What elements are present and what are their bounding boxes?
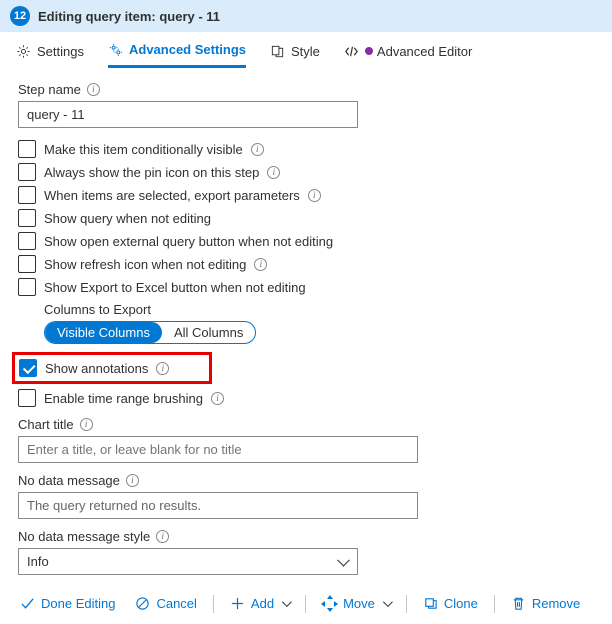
columns-export-toggle[interactable]: Visible Columns All Columns <box>44 321 256 344</box>
tab-label: Advanced Settings <box>129 42 246 57</box>
info-icon[interactable]: i <box>80 418 93 431</box>
no-data-style-label: No data message style i <box>18 529 594 544</box>
checkbox-label: Show refresh icon when not editing <box>44 257 246 272</box>
label-text: Chart title <box>18 417 74 432</box>
label-text: Step name <box>18 82 81 97</box>
gear-icon <box>16 44 31 59</box>
separator <box>406 595 407 613</box>
checkbox-time-brushing[interactable] <box>18 389 36 407</box>
tab-bar: Settings Advanced Settings Style Advance… <box>0 32 612 68</box>
clone-icon <box>423 596 438 611</box>
button-label: Done Editing <box>41 596 115 611</box>
info-icon[interactable]: i <box>156 530 169 543</box>
remove-button[interactable]: Remove <box>503 592 588 615</box>
chevron-down-icon <box>282 597 292 607</box>
button-label: Add <box>251 596 274 611</box>
checkbox-label: Show open external query button when not… <box>44 234 333 249</box>
settings-form: Step name i Make this item conditionally… <box>0 68 612 583</box>
chevron-down-icon <box>383 597 393 607</box>
checkbox-label: Show query when not editing <box>44 211 211 226</box>
done-editing-button[interactable]: Done Editing <box>12 592 123 615</box>
tab-settings[interactable]: Settings <box>16 44 84 67</box>
checkbox-conditional-visible[interactable] <box>18 140 36 158</box>
label-text: No data message style <box>18 529 150 544</box>
info-icon[interactable]: i <box>126 474 139 487</box>
cancel-icon <box>135 596 150 611</box>
button-label: Remove <box>532 596 580 611</box>
step-name-label: Step name i <box>18 82 594 97</box>
checkbox-label: Make this item conditionally visible <box>44 142 243 157</box>
button-label: Move <box>343 596 375 611</box>
annotation-highlight: Show annotations i <box>12 352 212 384</box>
pill-visible-columns[interactable]: Visible Columns <box>45 322 162 343</box>
info-icon[interactable]: i <box>254 258 267 271</box>
columns-export-label: Columns to Export <box>44 302 594 317</box>
info-icon[interactable]: i <box>87 83 100 96</box>
checkbox-show-excel[interactable] <box>18 278 36 296</box>
no-data-message-label: No data message i <box>18 473 594 488</box>
tab-label: Style <box>291 44 320 59</box>
checkbox-label: Always show the pin icon on this step <box>44 165 259 180</box>
panel-header: 12 Editing query item: query - 11 <box>0 0 612 32</box>
separator <box>213 595 214 613</box>
tab-advanced-editor[interactable]: Advanced Editor <box>344 44 472 67</box>
style-icon <box>270 44 285 59</box>
info-icon[interactable]: i <box>211 392 224 405</box>
clone-button[interactable]: Clone <box>415 592 486 615</box>
no-data-style-select[interactable]: Info <box>18 548 358 575</box>
cancel-button[interactable]: Cancel <box>127 592 204 615</box>
button-label: Clone <box>444 596 478 611</box>
step-name-input[interactable] <box>18 101 358 128</box>
checkbox-show-annotations[interactable] <box>19 359 37 377</box>
separator <box>494 595 495 613</box>
label-text: No data message <box>18 473 120 488</box>
trash-icon <box>511 596 526 611</box>
info-icon[interactable]: i <box>156 362 169 375</box>
code-icon <box>344 44 359 59</box>
checkbox-label: Enable time range brushing <box>44 391 203 406</box>
checkbox-show-external[interactable] <box>18 232 36 250</box>
move-icon <box>322 596 337 611</box>
no-data-message-input[interactable] <box>18 492 418 519</box>
step-number-badge: 12 <box>10 6 30 26</box>
chart-title-input[interactable] <box>18 436 418 463</box>
chart-title-label: Chart title i <box>18 417 594 432</box>
pill-all-columns[interactable]: All Columns <box>162 322 255 343</box>
button-label: Cancel <box>156 596 196 611</box>
checkbox-show-refresh[interactable] <box>18 255 36 273</box>
tab-label: Advanced Editor <box>377 44 472 59</box>
info-icon[interactable]: i <box>251 143 264 156</box>
checkbox-label: Show Export to Excel button when not edi… <box>44 280 306 295</box>
panel-title: Editing query item: query - 11 <box>38 9 220 24</box>
checkbox-pin-icon[interactable] <box>18 163 36 181</box>
move-button[interactable]: Move <box>314 592 398 615</box>
plus-icon <box>230 596 245 611</box>
checkbox-export-parameters[interactable] <box>18 186 36 204</box>
advanced-gear-icon <box>108 42 123 57</box>
info-icon[interactable]: i <box>308 189 321 202</box>
separator <box>305 595 306 613</box>
tab-label: Settings <box>37 44 84 59</box>
action-toolbar: Done Editing Cancel Add Move Clone Remov… <box>0 583 612 623</box>
info-icon[interactable]: i <box>267 166 280 179</box>
checkbox-show-query[interactable] <box>18 209 36 227</box>
check-icon <box>20 596 35 611</box>
checkbox-label: Show annotations <box>45 361 148 376</box>
checkbox-label: When items are selected, export paramete… <box>44 188 300 203</box>
status-dot-icon <box>365 47 373 55</box>
add-button[interactable]: Add <box>222 592 297 615</box>
tab-style[interactable]: Style <box>270 44 320 67</box>
tab-advanced-settings[interactable]: Advanced Settings <box>108 42 246 68</box>
